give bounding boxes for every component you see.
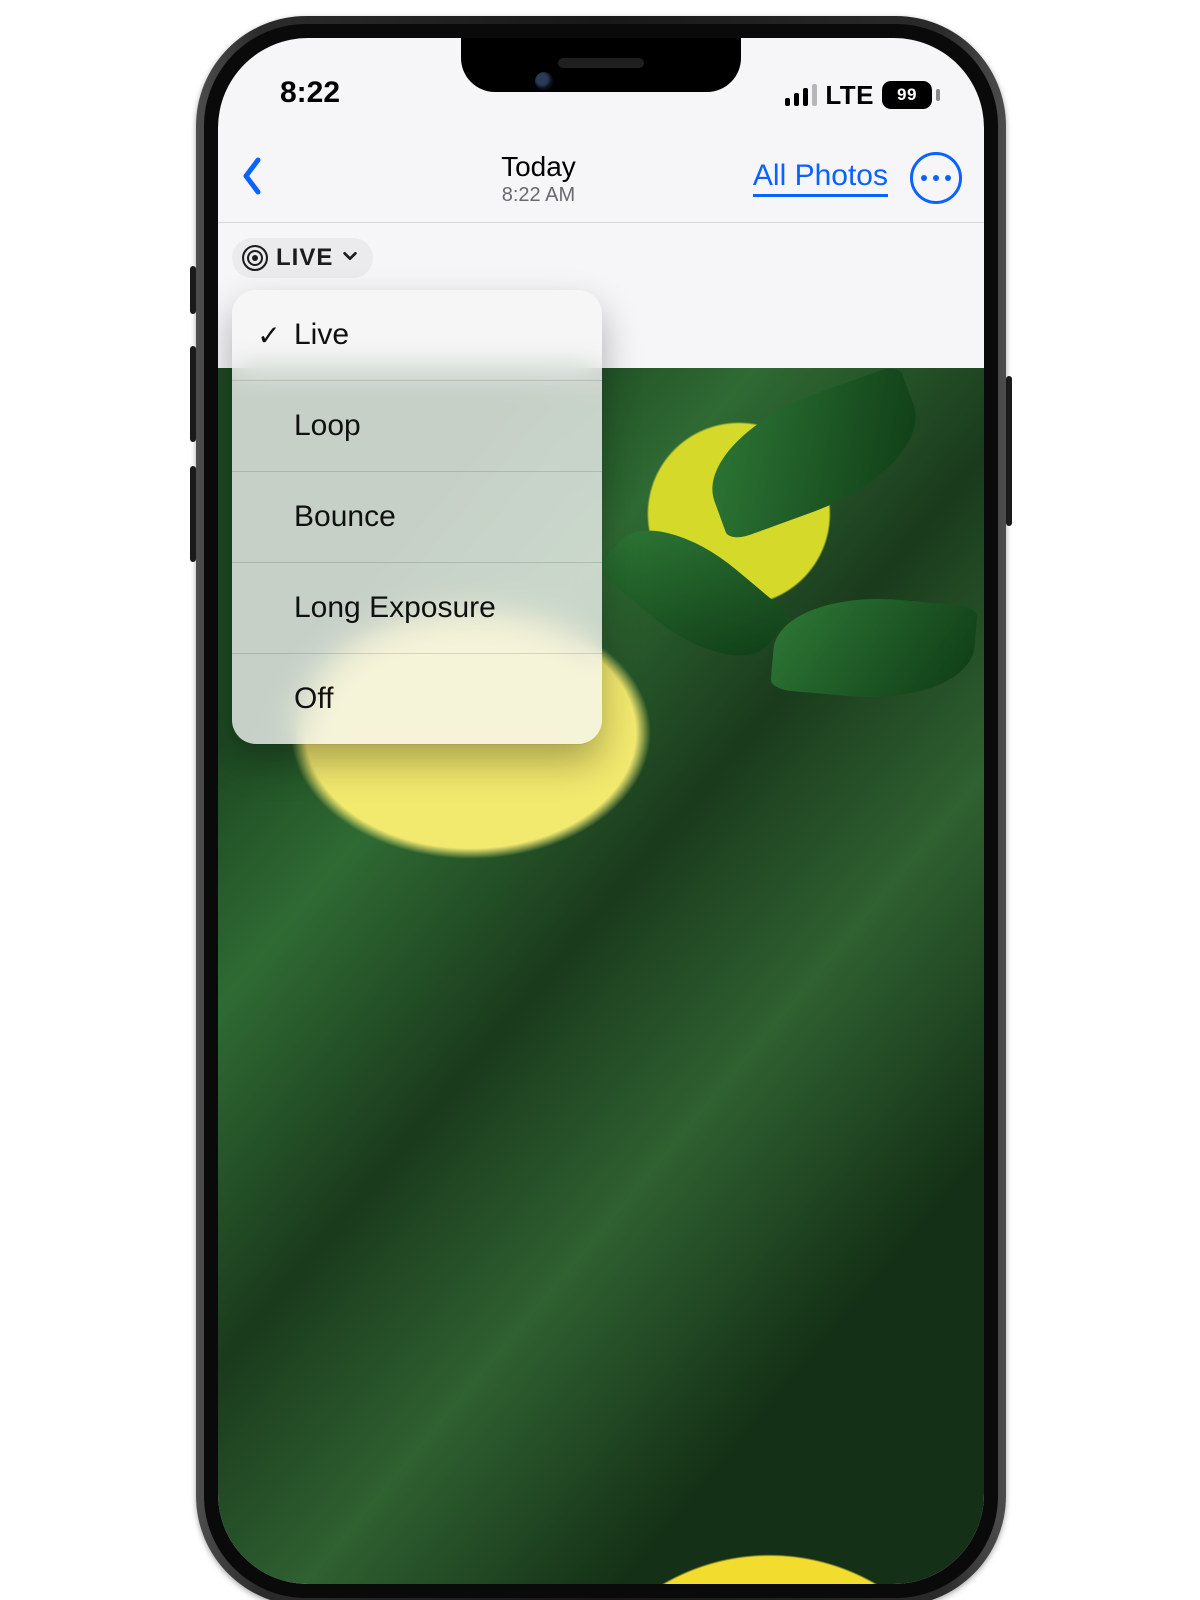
volume-down-button — [190, 466, 196, 562]
ellipsis-icon — [945, 175, 951, 181]
menu-item-long-exposure[interactable]: Long Exposure — [232, 562, 602, 653]
ellipsis-icon — [933, 175, 939, 181]
chevron-left-icon — [240, 156, 264, 196]
screen: 8:22 LTE 99 — [218, 38, 984, 1584]
mute-switch — [190, 266, 196, 314]
leaf-decor — [770, 589, 978, 706]
side-button — [1006, 376, 1012, 526]
network-label: LTE — [825, 80, 874, 111]
cellular-signal-icon — [785, 84, 817, 106]
volume-up-button — [190, 346, 196, 442]
front-camera — [535, 72, 553, 90]
menu-item-label: Loop — [286, 409, 361, 443]
menu-item-label: Live — [286, 318, 349, 352]
menu-item-loop[interactable]: Loop — [232, 380, 602, 471]
all-photos-link[interactable]: All Photos — [753, 159, 888, 197]
nav-title: Today — [501, 151, 576, 183]
menu-item-off[interactable]: Off — [232, 653, 602, 744]
leaf-decor — [692, 364, 936, 543]
live-effect-menu: ✓ Live Loop Bounce Long Exposure Off — [232, 290, 602, 744]
live-photo-badge[interactable]: LIVE — [232, 238, 373, 278]
menu-item-live[interactable]: ✓ Live — [232, 290, 602, 380]
checkmark-icon: ✓ — [252, 319, 286, 352]
more-button[interactable] — [910, 152, 962, 204]
nav-title-group: Today 8:22 AM — [501, 149, 576, 206]
ellipsis-icon — [921, 175, 927, 181]
speaker-grille — [558, 58, 644, 68]
nav-bar: Today 8:22 AM All Photos — [218, 134, 984, 223]
menu-item-label: Long Exposure — [286, 591, 496, 625]
menu-item-label: Bounce — [286, 500, 396, 534]
live-photo-icon — [242, 245, 268, 271]
phone-frame: 8:22 LTE 99 — [196, 16, 1006, 1600]
status-time: 8:22 — [280, 56, 340, 110]
notch — [461, 38, 741, 92]
nav-subtitle: 8:22 AM — [501, 184, 576, 207]
battery-percent: 99 — [882, 81, 932, 109]
live-photo-label: LIVE — [276, 244, 333, 272]
battery-indicator: 99 — [882, 81, 940, 109]
back-button[interactable] — [240, 156, 264, 201]
menu-item-label: Off — [286, 682, 333, 716]
chevron-down-icon — [341, 244, 359, 272]
menu-item-bounce[interactable]: Bounce — [232, 471, 602, 562]
